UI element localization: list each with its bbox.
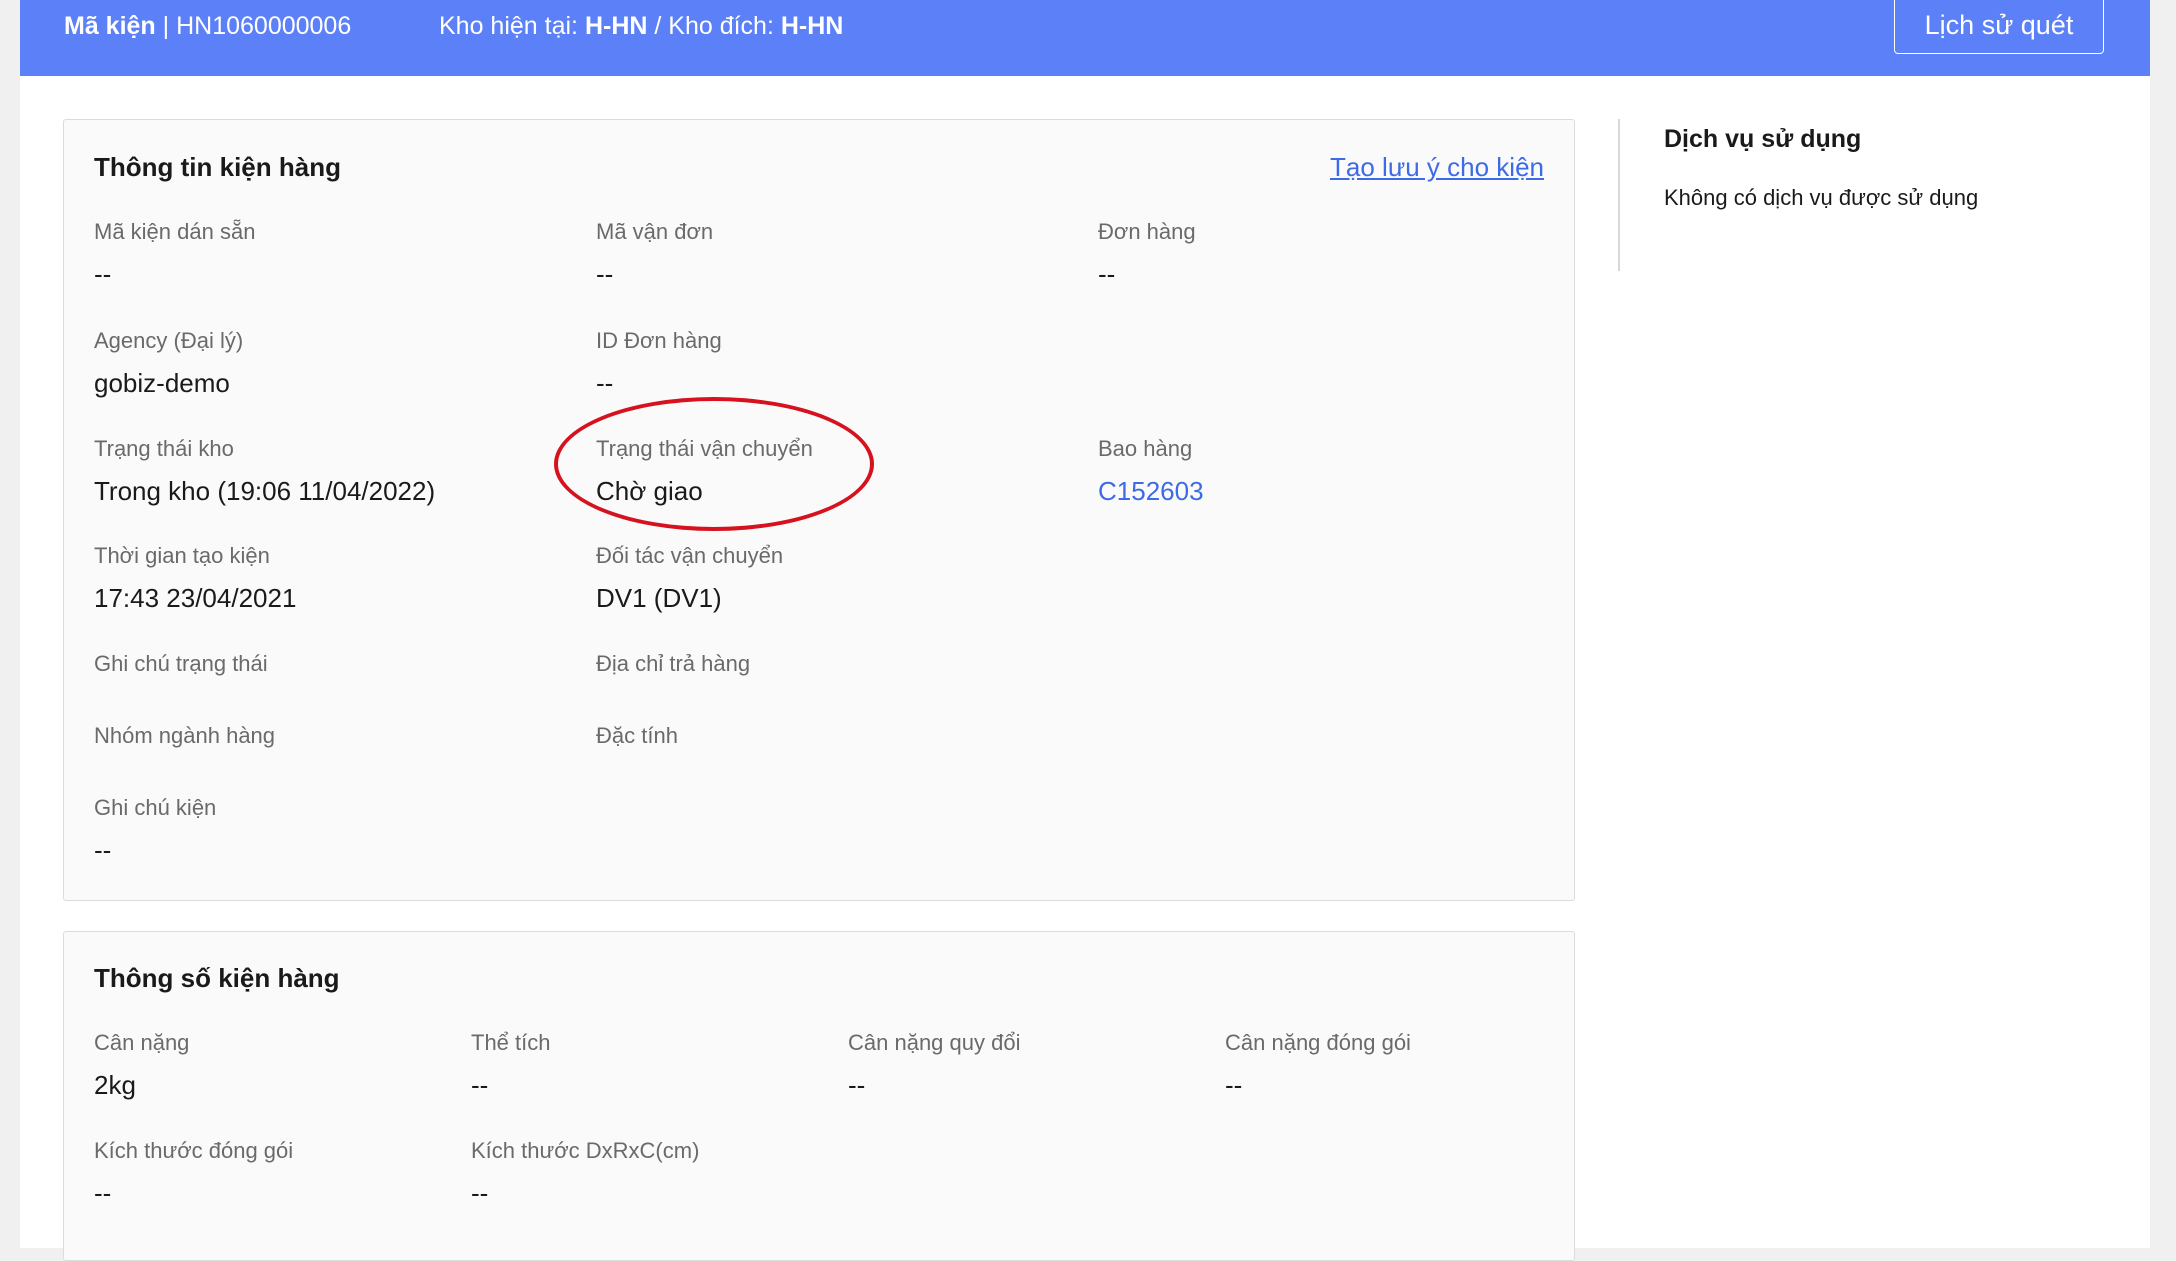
field-waybill: Mã vận đơn -- [596, 218, 713, 290]
package-info-card: Thông tin kiện hàng Tạo lưu ý cho kiện M… [63, 119, 1575, 901]
package-label: Mã kiện [64, 12, 156, 40]
package-code-text: Mã kiện | HN1060000006 [64, 11, 351, 41]
scan-history-button[interactable]: Lịch sử quét [1894, 0, 2104, 54]
field-label: Ghi chú kiện [94, 795, 217, 820]
services-sidebar: Dịch vụ sử dụng Không có dịch vụ được sử… [1618, 119, 2120, 271]
field-label: Thời gian tạo kiện [94, 543, 270, 568]
field-label: Thể tích [471, 1030, 551, 1055]
field-packed-weight: Cân nặng đóng gói -- [1225, 1029, 1411, 1101]
warehouse-text: Kho hiện tại: H-HN / Kho đích: H-HN [439, 11, 843, 41]
field-pre-label-code: Mã kiện dán sẵn -- [94, 218, 255, 290]
field-label: Nhóm ngành hàng [94, 723, 276, 748]
package-specs-title: Thông số kiện hàng [94, 963, 340, 993]
header-bar: Mã kiện | HN1060000006 Kho hiện tại: H-H… [20, 0, 2150, 76]
field-value: -- [471, 1178, 489, 1208]
field-status-note: Ghi chú trạng thái [94, 650, 268, 678]
field-label: Cân nặng quy đổi [848, 1030, 1021, 1055]
field-label: Cân nặng đóng gói [1225, 1030, 1411, 1055]
create-note-link[interactable]: Tạo lưu ý cho kiện [1330, 151, 1544, 183]
field-label: Đặc tính [596, 723, 678, 748]
field-agency: Agency (Đại lý) gobiz-demo [94, 327, 243, 399]
field-warehouse-status: Trạng thái kho Trong kho (19:06 11/04/20… [94, 435, 435, 507]
field-value: Trong kho (19:06 11/04/2022) [94, 476, 436, 506]
field-value: -- [94, 835, 112, 865]
services-empty-text: Không có dịch vụ được sử dụng [1664, 185, 1979, 210]
field-label: Mã kiện dán sẵn [94, 219, 256, 244]
current-warehouse-label: Kho hiện tại: [439, 12, 585, 40]
field-label: Đối tác vận chuyển [596, 543, 784, 568]
field-order-id: ID Đơn hàng -- [596, 327, 722, 399]
field-carrier: Đối tác vận chuyển DV1 (DV1) [596, 542, 783, 614]
field-value: DV1 (DV1) [596, 583, 722, 613]
field-value: Chờ giao [596, 476, 703, 506]
package-specs-card: Thông số kiện hàng Cân nặng 2kg Thể tích… [63, 931, 1575, 1261]
field-value: -- [848, 1070, 866, 1100]
field-dimensions: Kích thước DxRxC(cm) -- [471, 1137, 699, 1209]
field-value: -- [1098, 259, 1116, 289]
field-value: gobiz-demo [94, 368, 230, 398]
field-value: -- [471, 1070, 489, 1100]
field-order: Đơn hàng -- [1098, 218, 1196, 290]
field-bag: Bao hàng C152603 [1098, 435, 1204, 507]
field-weight: Cân nặng 2kg [94, 1029, 189, 1101]
field-value: -- [1225, 1070, 1243, 1100]
field-label: Địa chỉ trả hàng [596, 651, 751, 676]
package-separator: | [155, 12, 177, 40]
field-value: -- [94, 1178, 112, 1208]
field-value: -- [94, 259, 112, 289]
page: Mã kiện | HN1060000006 Kho hiện tại: H-H… [20, 0, 2150, 1261]
field-label: Trạng thái kho [94, 436, 234, 461]
services-title: Dịch vụ sử dụng [1664, 125, 1862, 153]
field-property: Đặc tính [596, 722, 678, 750]
field-category-group: Nhóm ngành hàng [94, 722, 275, 750]
field-label: Ghi chú trạng thái [94, 651, 268, 676]
field-label: Trạng thái vận chuyển [596, 436, 813, 461]
field-converted-weight: Cân nặng quy đổi -- [848, 1029, 1020, 1101]
field-package-note: Ghi chú kiện -- [94, 794, 216, 866]
field-label: ID Đơn hàng [596, 328, 722, 353]
package-info-title: Thông tin kiện hàng [94, 152, 341, 182]
field-return-address: Địa chỉ trả hàng [596, 650, 750, 678]
destination-warehouse-label: / Kho đích: [647, 12, 781, 40]
field-value: -- [596, 368, 614, 398]
field-packed-size: Kích thước đóng gói -- [94, 1137, 293, 1209]
field-value: 2kg [94, 1070, 136, 1100]
current-warehouse: H-HN [584, 12, 648, 40]
field-volume: Thể tích -- [471, 1029, 550, 1101]
field-shipping-status: Trạng thái vận chuyển Chờ giao [596, 435, 813, 507]
field-value: 17:43 23/04/2021 [94, 583, 297, 613]
field-label: Đơn hàng [1098, 219, 1196, 244]
field-label: Cân nặng [94, 1030, 190, 1055]
field-label: Agency (Đại lý) [94, 328, 244, 353]
field-created-time: Thời gian tạo kiện 17:43 23/04/2021 [94, 542, 296, 614]
field-label: Mã vận đơn [596, 219, 714, 244]
field-label: Bao hàng [1098, 436, 1193, 461]
bag-link[interactable]: C152603 [1098, 475, 1204, 507]
destination-warehouse: H-HN [780, 12, 844, 40]
field-label: Kích thước đóng gói [94, 1138, 294, 1163]
field-label: Kích thước DxRxC(cm) [471, 1138, 700, 1163]
field-value: -- [596, 259, 614, 289]
package-code: HN1060000006 [176, 12, 352, 40]
